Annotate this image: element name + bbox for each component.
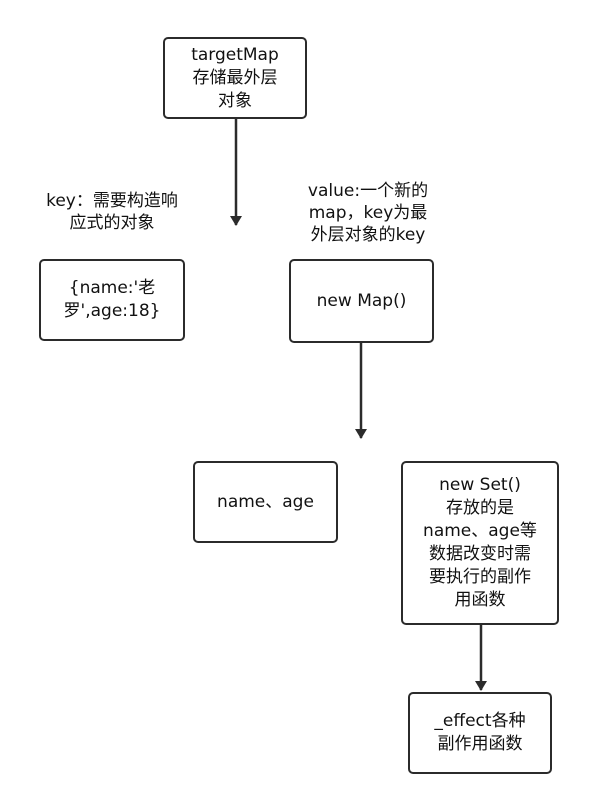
new-set-line-6: 用函数 (454, 590, 506, 610)
raw-object-line-1: {name:'老 (68, 278, 156, 298)
new-set-line-1: new Set() (439, 475, 521, 495)
effect-node: _effect各种 副作用函数 (408, 692, 552, 774)
target-map-line-1: targetMap (191, 44, 279, 65)
new-set-line-3: name、age等 (423, 521, 537, 541)
target-map-node: targetMap 存储最外层 对象 (163, 37, 307, 119)
new-set-node: new Set() 存放的是 name、age等 数据改变时需 要执行的副作 用… (401, 461, 559, 625)
key-label: key：需要构造响 应式的对象 (22, 190, 202, 234)
effect-line-1: _effect各种 (434, 711, 526, 731)
new-set-line-2: 存放的是 (446, 498, 514, 518)
raw-object-node: {name:'老 罗',age:18} (39, 259, 185, 341)
raw-object-line-2: 罗',age:18} (63, 301, 161, 321)
keys-line-1: name、age (217, 491, 314, 512)
target-map-line-3: 对象 (218, 90, 252, 111)
value-label-line-1: value:一个新的 (307, 181, 429, 201)
new-map-line-1: new Map() (316, 290, 407, 311)
connector-layer (230, 119, 487, 691)
keys-node: name、age (193, 461, 338, 543)
new-set-line-5: 要执行的副作 (429, 567, 531, 587)
key-label-line-2: 应式的对象 (69, 213, 155, 233)
new-set-line-4: 数据改变时需 (429, 544, 531, 564)
effect-line-2: 副作用函数 (437, 734, 523, 754)
key-label-line-1: key：需要构造响 (46, 191, 178, 211)
value-label-line-2: map，key为最 (308, 203, 428, 223)
new-map-node: new Map() (289, 259, 434, 343)
value-label: value:一个新的 map，key为最 外层对象的key (283, 180, 453, 246)
target-map-line-2: 存储最外层 (192, 67, 278, 88)
value-label-line-3: 外层对象的key (310, 225, 426, 245)
